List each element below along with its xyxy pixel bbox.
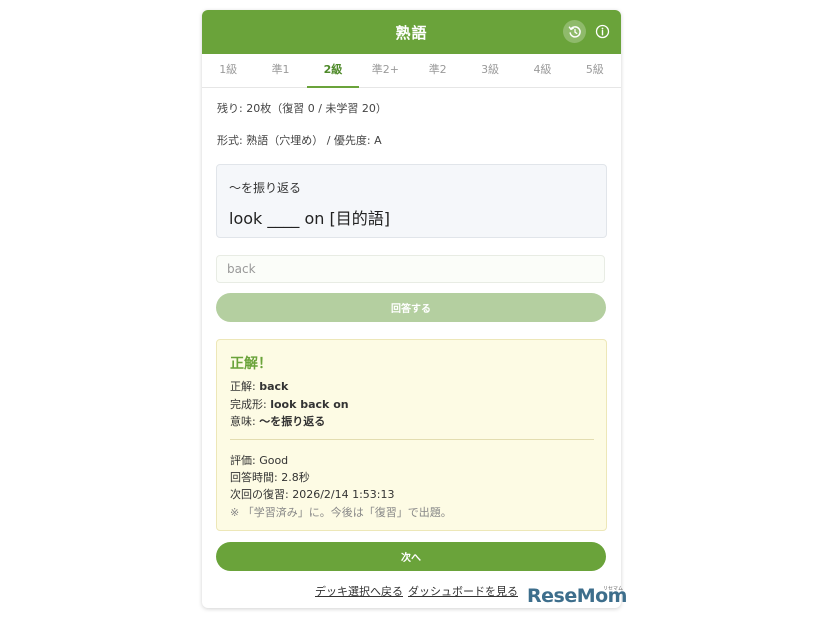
correct-answer-label: 正解: <box>230 380 260 393</box>
info-button[interactable] <box>591 20 614 43</box>
correct-answer-value: back <box>259 380 289 393</box>
page-title: 熟語 <box>395 23 428 42</box>
meaning-row: 意味: ～を振り返る <box>230 413 325 429</box>
meaning-label: 意味: <box>230 415 260 428</box>
complete-form-label: 完成形: <box>230 398 271 411</box>
resemom-logo-ruby: リセマム <box>603 586 624 592</box>
app-header: 熟語 <box>202 10 621 54</box>
complete-form-value: look back on <box>270 398 349 411</box>
next-review-text: 次回の復習: 2026/2/14 1:53:13 <box>230 488 395 501</box>
tab-level-1[interactable]: 1級 <box>202 54 254 87</box>
history-icon <box>568 25 581 38</box>
result-title: 正解！ <box>230 356 272 372</box>
meaning-value: ～を振り返る <box>259 415 326 428</box>
remaining-count: 残り: 20枚（復習 0 / 未学習 20） <box>217 102 387 115</box>
answer-time-text: 回答時間: 2.8秒 <box>230 471 310 484</box>
next-button[interactable]: 次へ <box>216 542 606 571</box>
quiz-card: 熟語 1級 準1 2級 準2+ 準2 3級 4級 5級 残り: 20枚（復習 0… <box>202 10 621 608</box>
level-tabs: 1級 準1 2級 準2+ 準2 3級 4級 5級 <box>202 54 621 88</box>
result-panel: 正解！ 正解: back 完成形: look back on 意味: ～を振り返… <box>216 339 607 531</box>
tab-level-pre2[interactable]: 準2 <box>412 54 464 87</box>
tab-level-pre2-plus[interactable]: 準2+ <box>359 54 411 87</box>
submit-button[interactable]: 回答する <box>216 293 606 322</box>
tab-level-3[interactable]: 3級 <box>464 54 516 87</box>
answer-input[interactable] <box>216 255 605 283</box>
info-icon <box>595 24 610 39</box>
format-info: 形式: 熟語（穴埋め） / 優先度: A <box>217 134 382 147</box>
rating-text: 評価: Good <box>230 454 289 467</box>
result-note: ※ 「学習済み」に。今後は「復習」で出題。 <box>230 506 452 519</box>
history-button[interactable] <box>563 20 586 43</box>
tab-level-4[interactable]: 4級 <box>516 54 568 87</box>
question-prompt: ～を振り返る <box>229 181 302 195</box>
dashboard-link[interactable]: ダッシュボードを見る <box>408 583 518 599</box>
tab-level-2[interactable]: 2級 <box>306 54 360 88</box>
result-divider <box>230 439 594 440</box>
question-box: ～を振り返る look ____ on [目的語] <box>216 164 607 238</box>
tab-level-pre1[interactable]: 準1 <box>254 54 306 87</box>
correct-answer-row: 正解: back <box>230 378 288 394</box>
question-text: look ____ on [目的語] <box>229 209 390 228</box>
complete-form-row: 完成形: look back on <box>230 396 349 412</box>
back-to-deck-link[interactable]: デッキ選択へ戻る <box>315 583 403 599</box>
tab-level-5[interactable]: 5級 <box>569 54 621 87</box>
